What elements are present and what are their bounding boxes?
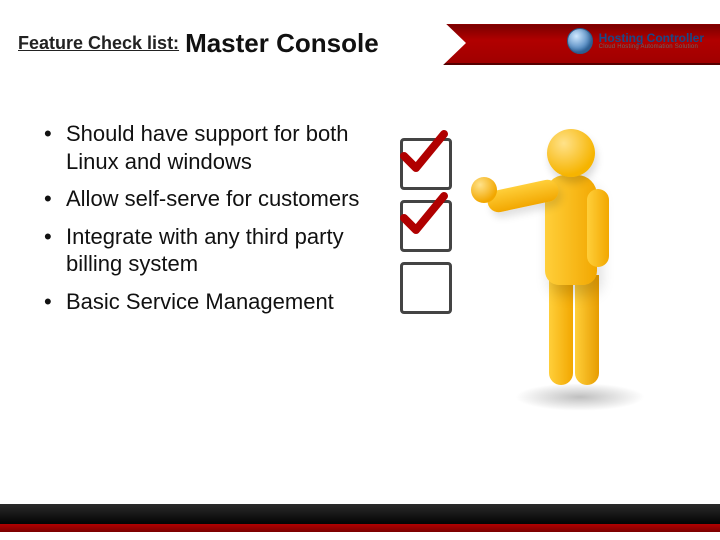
footer-dark-strip: [0, 504, 720, 526]
bullet-text: Allow self-serve for customers: [66, 186, 359, 211]
figure-hand: [471, 177, 497, 203]
slide: { "header": { "prefix": "Feature Check l…: [0, 0, 720, 540]
figure-shadow: [515, 383, 645, 411]
list-item: Basic Service Management: [40, 288, 370, 316]
bullet-text: Basic Service Management: [66, 289, 334, 314]
bullet-text: Should have support for both Linux and w…: [66, 121, 349, 174]
checkmark-icon: [398, 190, 448, 240]
figure-arm: [587, 189, 609, 267]
bullet-list: Should have support for both Linux and w…: [40, 120, 370, 420]
logo-text: Hosting Controller Cloud Hosting Automat…: [599, 32, 704, 50]
brand-logo: Hosting Controller Cloud Hosting Automat…: [567, 28, 704, 54]
logo-name: Hosting Controller: [599, 32, 704, 44]
footer-red-strip: [0, 524, 720, 532]
globe-icon: [567, 28, 593, 54]
list-item: Integrate with any third party billing s…: [40, 223, 370, 278]
figure-leg: [549, 275, 573, 385]
footer-bar: [0, 504, 720, 532]
logo-tagline: Cloud Hosting Automation Solution: [599, 44, 704, 50]
title-tab: Feature Check list: Master Console: [0, 18, 440, 68]
checklist-figure-art: [380, 120, 680, 420]
list-item: Should have support for both Linux and w…: [40, 120, 370, 175]
content-area: Should have support for both Linux and w…: [40, 120, 680, 420]
figure-leg: [575, 275, 599, 385]
bullet-text: Integrate with any third party billing s…: [66, 224, 344, 277]
title-main: Master Console: [185, 28, 379, 59]
title-prefix: Feature Check list:: [18, 33, 179, 54]
checkmark-icon: [398, 128, 448, 178]
list-item: Allow self-serve for customers: [40, 185, 370, 213]
figure-head: [547, 129, 595, 177]
person-figure-icon: [475, 125, 655, 415]
checkbox-3: [400, 262, 452, 314]
